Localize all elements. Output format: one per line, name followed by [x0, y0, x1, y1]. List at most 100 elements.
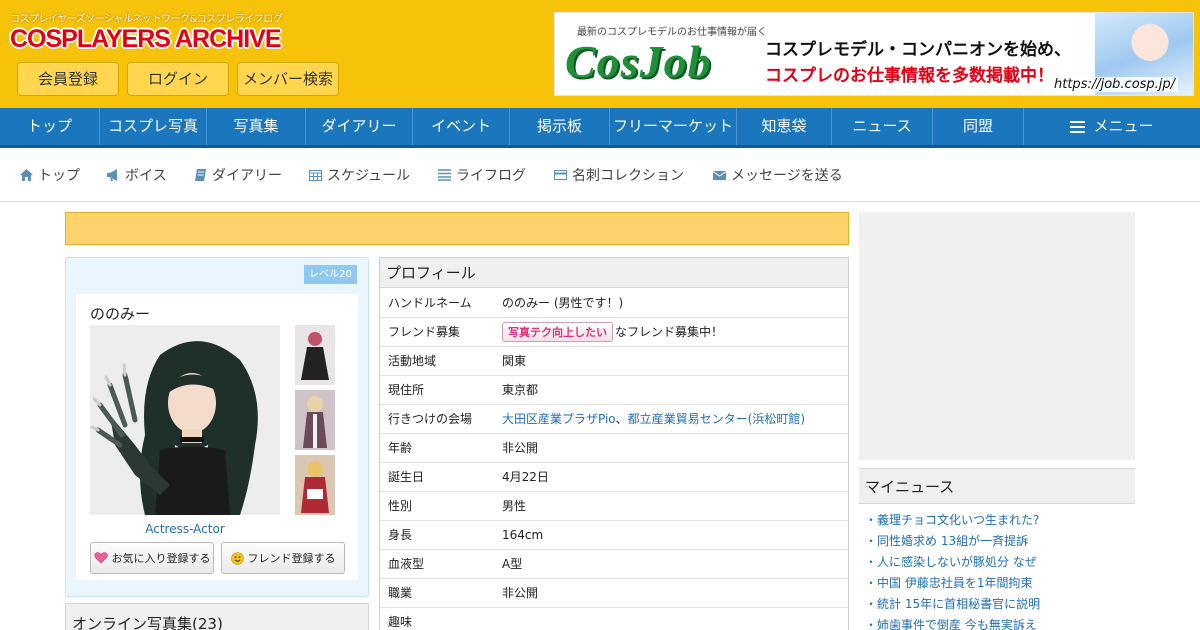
logo-tagline: コスプレイヤーズソーシャルネットワーク&コスプレライフログ: [10, 14, 283, 25]
nav-item-cosplay-photos[interactable]: コスプレ写真: [100, 108, 207, 145]
subnav-item-send-message[interactable]: メッセージを送る: [713, 165, 843, 185]
profile-key: 身長: [380, 520, 494, 550]
user-name: ののみー: [90, 305, 151, 323]
friend-wanted-badge[interactable]: 写真テク向上したい: [502, 321, 613, 342]
thumbnail-illustration: [295, 390, 335, 450]
calendar-icon: [309, 170, 322, 181]
banner-line1: コスプレモデル・コンパニオンを始め、: [765, 40, 1071, 60]
heart-icon: [93, 552, 108, 564]
profile-value: 非公開: [494, 578, 848, 608]
profile-key: 活動地域: [380, 346, 494, 376]
news-item[interactable]: ・中国 伊藤忠社員を1年間拘束: [865, 573, 1135, 594]
nav-item-alliance[interactable]: 同盟: [933, 108, 1024, 145]
subnav-label: メッセージを送る: [731, 168, 843, 184]
subnav-item-lifelog[interactable]: ライフログ: [438, 165, 526, 185]
profile-row-age: 年齢 非公開: [380, 433, 848, 463]
profile-value: 写真テク向上したい なフレンド募集中！: [494, 317, 848, 347]
profile-row-birthday: 誕生日 4月22日: [380, 462, 848, 492]
envelope-icon: [713, 171, 726, 180]
user-card: レベル20 ののみー Actress-Actor お気に入り登録する フレンド登…: [65, 257, 369, 597]
profile-value: 非公開: [494, 433, 848, 463]
profile-value: 4月22日: [494, 462, 848, 492]
member-search-button[interactable]: メンバー検索: [237, 62, 339, 96]
notice-bar: [65, 212, 849, 245]
profile-key: 年齢: [380, 433, 494, 463]
profile-key: 現住所: [380, 375, 494, 405]
news-list: ・義理チョコ文化いつ生まれた? ・同性婚求め 13組が一斉提訴 ・人に感染しない…: [859, 504, 1135, 630]
nav-item-photo-books[interactable]: 写真集: [207, 108, 306, 145]
subnav-label: 名刺コレクション: [572, 168, 684, 184]
banner-brand: CosJob: [565, 36, 712, 87]
subnav-item-business-cards[interactable]: 名刺コレクション: [554, 165, 684, 185]
site-header: コスプレイヤーズソーシャルネットワーク&コスプレライフログ COSPLAYERS…: [0, 0, 1200, 108]
banner-line2: コスプレのお仕事情報を多数掲載中！: [765, 66, 1054, 86]
add-favorite-button[interactable]: お気に入り登録する: [90, 542, 214, 574]
thumbnail-photo-3[interactable]: [295, 455, 335, 515]
profile-sub-nav: トップ ボイス ダイアリー スケジュール ライフログ 名刺コレクション メッセー…: [0, 150, 1200, 202]
subnav-label: スケジュール: [327, 168, 411, 184]
news-item[interactable]: ・同性婚求め 13組が一斉提訴: [865, 531, 1135, 552]
user-role-link[interactable]: Actress-Actor: [90, 522, 280, 536]
my-news-panel: マイニュース ・義理チョコ文化いつ生まれた? ・同性婚求め 13組が一斉提訴 ・…: [859, 468, 1135, 630]
online-album-header[interactable]: オンライン写真集(23): [65, 603, 369, 630]
banner-url: https://job.cosp.jp/: [1051, 77, 1179, 92]
profile-row-area: 活動地域 関東: [380, 346, 848, 376]
card-icon: [554, 170, 567, 180]
cosjob-banner[interactable]: 最新のコスプレモデルのお仕事情報が届く CosJob コスプレモデル・コンパニオ…: [554, 12, 1194, 96]
subnav-label: ボイス: [125, 168, 167, 184]
profile-row-handle: ハンドルネーム ののみー (男性です！): [380, 288, 848, 318]
logo-text: COSPLAYERS ARCHIVE: [10, 25, 282, 53]
main-nav: トップ コスプレ写真 写真集 ダイアリー イベント 掲示板 フリーマーケット 知…: [0, 108, 1200, 148]
profile-value: 男性: [494, 491, 848, 521]
news-item[interactable]: ・姉歯事件で倒産 今も無実訴え: [865, 615, 1135, 630]
subnav-label: トップ: [38, 168, 80, 184]
profile-key: 性別: [380, 491, 494, 521]
news-item[interactable]: ・統計 15年に首相秘書官に説明: [865, 594, 1135, 615]
add-friend-button[interactable]: フレンド登録する: [221, 542, 345, 574]
profile-value: ののみー (男性です！): [494, 288, 848, 318]
megaphone-icon: [107, 169, 117, 181]
news-item[interactable]: ・義理チョコ文化いつ生まれた?: [865, 510, 1135, 531]
register-button[interactable]: 会員登録: [17, 62, 119, 96]
hamburger-icon: [1070, 120, 1086, 133]
subnav-item-top[interactable]: トップ: [20, 165, 80, 185]
thumbnail-photo-2[interactable]: [295, 390, 335, 450]
nav-item-diary[interactable]: ダイアリー: [306, 108, 413, 145]
venue-link-2[interactable]: 都立産業貿易センター(浜松町館): [628, 412, 805, 426]
news-item[interactable]: ・人に感染しないが豚処分 なぜ: [865, 552, 1135, 573]
profile-table: ハンドルネーム ののみー (男性です！) フレンド募集 写真テク向上したい なフレ…: [380, 288, 848, 630]
smiley-icon: [230, 551, 244, 565]
subnav-item-diary[interactable]: ダイアリー: [194, 165, 282, 185]
profile-row-gender: 性別 男性: [380, 491, 848, 521]
profile-row-height: 身長 164cm: [380, 520, 848, 550]
site-logo[interactable]: コスプレイヤーズソーシャルネットワーク&コスプレライフログ COSPLAYERS…: [10, 10, 283, 54]
nav-item-bbs[interactable]: 掲示板: [510, 108, 610, 145]
venue-link-1[interactable]: 大田区産業プラザPio: [502, 412, 616, 426]
nav-item-qa[interactable]: 知恵袋: [737, 108, 832, 145]
nav-item-news[interactable]: ニュース: [832, 108, 933, 145]
nav-menu-button[interactable]: メニュー: [1024, 108, 1200, 145]
my-news-title: マイニュース: [859, 468, 1135, 504]
subnav-label: ライフログ: [456, 168, 526, 184]
profile-value: [494, 607, 848, 630]
nav-item-top[interactable]: トップ: [0, 108, 100, 145]
profile-row-residence: 現住所 東京都: [380, 375, 848, 405]
profile-key: 血液型: [380, 549, 494, 579]
profile-key: 趣味: [380, 607, 494, 630]
main-profile-photo[interactable]: [90, 325, 280, 515]
advertisement-area[interactable]: [859, 212, 1135, 460]
login-button[interactable]: ログイン: [127, 62, 229, 96]
profile-key: フレンド募集: [380, 317, 494, 347]
thumbnail-photo-1[interactable]: [295, 325, 335, 385]
nav-item-events[interactable]: イベント: [413, 108, 510, 145]
profile-value: 大田区産業プラザPio、都立産業貿易センター(浜松町館): [494, 404, 848, 434]
profile-key: ハンドルネーム: [380, 288, 494, 318]
portrait-illustration: [90, 325, 280, 515]
profile-value: 164cm: [494, 520, 848, 550]
book-icon: [195, 169, 206, 181]
profile-key: 職業: [380, 578, 494, 608]
thumbnail-illustration: [295, 455, 335, 515]
subnav-item-voice[interactable]: ボイス: [107, 165, 167, 185]
nav-item-flea-market[interactable]: フリーマーケット: [610, 108, 737, 145]
subnav-item-schedule[interactable]: スケジュール: [309, 165, 410, 185]
